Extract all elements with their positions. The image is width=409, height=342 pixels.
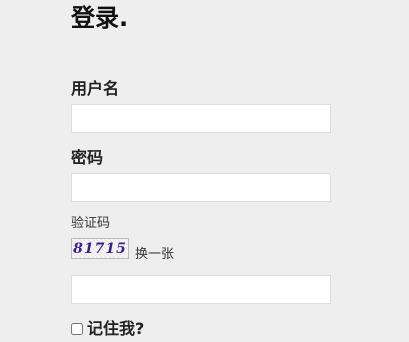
username-label: 用户名	[71, 79, 120, 98]
captcha-refresh-link[interactable]: 换一张	[135, 247, 174, 263]
captcha-image-text: 81715	[73, 240, 127, 257]
login-page: 登录. 用户名 密码 验证码 81715 换一张 记住我?	[0, 0, 409, 342]
captcha-field[interactable]	[71, 275, 331, 304]
remember-me-checkbox[interactable]	[71, 323, 83, 335]
page-title: 登录.	[71, 4, 129, 32]
captcha-image[interactable]: 81715	[71, 238, 129, 259]
password-field[interactable]	[71, 173, 331, 202]
username-field[interactable]	[71, 104, 331, 133]
password-label: 密码	[71, 148, 104, 167]
remember-me-label: 记住我?	[87, 319, 145, 338]
captcha-label: 验证码	[71, 216, 111, 231]
remember-me: 记住我?	[71, 319, 144, 339]
